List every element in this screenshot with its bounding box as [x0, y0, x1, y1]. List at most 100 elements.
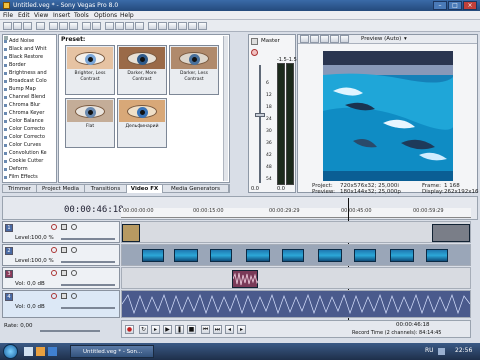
start-button[interactable]	[3, 344, 18, 359]
pause-button[interactable]: ❚	[175, 325, 184, 334]
tab-media-generators[interactable]: Media Generators	[163, 185, 229, 193]
video-clip-frame[interactable]	[142, 249, 164, 262]
fx-item[interactable]: Border	[9, 62, 56, 68]
fx-item[interactable]: Brightness and	[9, 70, 56, 76]
track-header-video-2[interactable]: 2 Level: 100,0 %	[2, 244, 120, 266]
copy-icon[interactable]	[59, 22, 68, 30]
tab-trimmer[interactable]: Trimmer	[3, 185, 37, 193]
track-lane-video-2[interactable]	[121, 244, 471, 266]
enable-snapping-icon[interactable]	[148, 22, 157, 30]
video-clip-frame[interactable]	[426, 249, 448, 262]
save-icon[interactable]	[23, 22, 32, 30]
go-to-start-button[interactable]: ⏮	[201, 325, 210, 334]
menu-options[interactable]: Options	[94, 12, 117, 19]
fx-item[interactable]: Convolution Ke	[9, 150, 56, 156]
solo-icon[interactable]	[71, 224, 77, 230]
mute-icon[interactable]	[61, 224, 67, 230]
video-clip-frame[interactable]	[282, 249, 304, 262]
normal-edit-tool-icon[interactable]	[105, 22, 114, 30]
track-volume-slider[interactable]	[61, 284, 115, 286]
video-clip-frame[interactable]	[354, 249, 376, 262]
undo-icon[interactable]	[82, 22, 91, 30]
fx-item[interactable]: Chroma Keyer	[9, 110, 56, 116]
track-fx-icon[interactable]	[51, 224, 57, 230]
track-fx-icon[interactable]	[51, 293, 57, 299]
fx-item[interactable]: Color Balance	[9, 118, 56, 124]
selection-tool-icon[interactable]	[125, 22, 134, 30]
previous-frame-button[interactable]: ◂	[225, 325, 234, 334]
ignore-grouping-icon[interactable]	[188, 22, 197, 30]
cut-icon[interactable]	[49, 22, 58, 30]
tab-transitions[interactable]: Transitions	[85, 185, 127, 193]
menu-tools[interactable]: Tools	[74, 12, 89, 19]
redo-icon[interactable]	[92, 22, 101, 30]
fx-item[interactable]: Black and Whit	[9, 46, 56, 52]
taskbar-item-vegas[interactable]: Untitled.veg * - Son...	[70, 345, 154, 358]
open-icon[interactable]	[13, 22, 22, 30]
fx-item[interactable]: Film Effects	[9, 174, 56, 180]
language-indicator[interactable]: RU	[425, 347, 434, 354]
preset-thumb-darker-more-contrast[interactable]: Darker, More Contrast	[117, 45, 167, 95]
video-clip-frame[interactable]	[390, 249, 414, 262]
play-button[interactable]: ▶	[163, 325, 172, 334]
menu-insert[interactable]: Insert	[53, 12, 70, 19]
track-level-slider[interactable]	[61, 238, 115, 240]
minimize-button[interactable]: –	[433, 1, 447, 10]
fx-item[interactable]: Color Correcto	[9, 134, 56, 140]
play-from-start-button[interactable]: ▸	[151, 325, 160, 334]
solo-icon[interactable]	[71, 270, 77, 276]
go-to-end-button[interactable]: ⏭	[213, 325, 222, 334]
video-clip-frame[interactable]	[210, 249, 232, 262]
paste-icon[interactable]	[69, 22, 78, 30]
timeline-timecode[interactable]: 00:00:46:18	[64, 205, 124, 215]
preset-thumb-brighter-less-contrast[interactable]: Brighter, Less Contrast	[65, 45, 115, 95]
chevron-down-icon[interactable]: ▾	[404, 36, 407, 42]
solo-icon[interactable]	[71, 247, 77, 253]
video-clip[interactable]	[432, 224, 470, 242]
fx-item[interactable]: Channel Blend	[9, 94, 56, 100]
loop-playback-button[interactable]: ↻	[139, 325, 148, 334]
volume-tray-icon[interactable]	[438, 348, 445, 355]
vegas-app-icon[interactable]	[3, 2, 10, 9]
solo-icon[interactable]	[71, 293, 77, 299]
fx-item[interactable]: Color Correcto	[9, 126, 56, 132]
zoom-tool-icon[interactable]	[135, 22, 144, 30]
close-button[interactable]: ×	[463, 1, 477, 10]
video-clip-frame[interactable]	[246, 249, 270, 262]
track-header-video-1[interactable]: 1 Level: 100,0 %	[2, 221, 120, 243]
fx-item[interactable]: Chroma Blur	[9, 102, 56, 108]
rate-slider[interactable]	[40, 330, 100, 332]
audio-clip[interactable]	[232, 270, 260, 288]
video-clip-frame[interactable]	[174, 249, 198, 262]
preview-quality-dropdown[interactable]: Preview (Auto)	[361, 36, 401, 42]
track-header-audio-4[interactable]: 4 Vol: 0,0 dB	[2, 290, 120, 318]
new-icon[interactable]	[3, 22, 12, 30]
copy-snapshot-icon[interactable]	[340, 35, 349, 43]
envelope-tool-icon[interactable]	[115, 22, 124, 30]
track-header-audio-3[interactable]: 3 Vol: 0,0 dB	[2, 267, 120, 289]
help-icon[interactable]	[198, 22, 207, 30]
fx-item[interactable]: Deform	[9, 166, 56, 172]
fx-item[interactable]: Cookie Cutter	[9, 158, 56, 164]
track-lane-video-1[interactable]	[121, 221, 471, 243]
track-lane-audio-4[interactable]	[121, 290, 471, 318]
preset-thumb-darker-less-contrast[interactable]: Darker, Less Contrast	[169, 45, 219, 95]
video-clip-frame[interactable]	[318, 249, 342, 262]
mute-icon[interactable]	[61, 247, 67, 253]
mute-icon[interactable]	[61, 293, 67, 299]
show-desktop-icon[interactable]	[24, 347, 33, 356]
menu-view[interactable]: View	[34, 12, 48, 19]
menu-edit[interactable]: Edit	[18, 12, 30, 19]
quicklaunch-icon[interactable]	[36, 347, 45, 356]
preview-properties-icon[interactable]	[300, 35, 309, 43]
tab-video-fx[interactable]: Video FX	[127, 185, 163, 193]
fx-item[interactable]: Black Restore	[9, 54, 56, 60]
master-fx-icon[interactable]	[251, 49, 258, 56]
time-ruler[interactable]: 00:00:00:00 00:00:15:00 00:00:29:29 00:0…	[121, 208, 471, 218]
mute-icon[interactable]	[61, 270, 67, 276]
properties-icon[interactable]	[36, 22, 45, 30]
record-button[interactable]: ●	[125, 325, 134, 334]
tab-project-media[interactable]: Project Media	[37, 185, 85, 193]
track-fx-icon[interactable]	[51, 270, 57, 276]
preview-fx-icon[interactable]	[310, 35, 319, 43]
